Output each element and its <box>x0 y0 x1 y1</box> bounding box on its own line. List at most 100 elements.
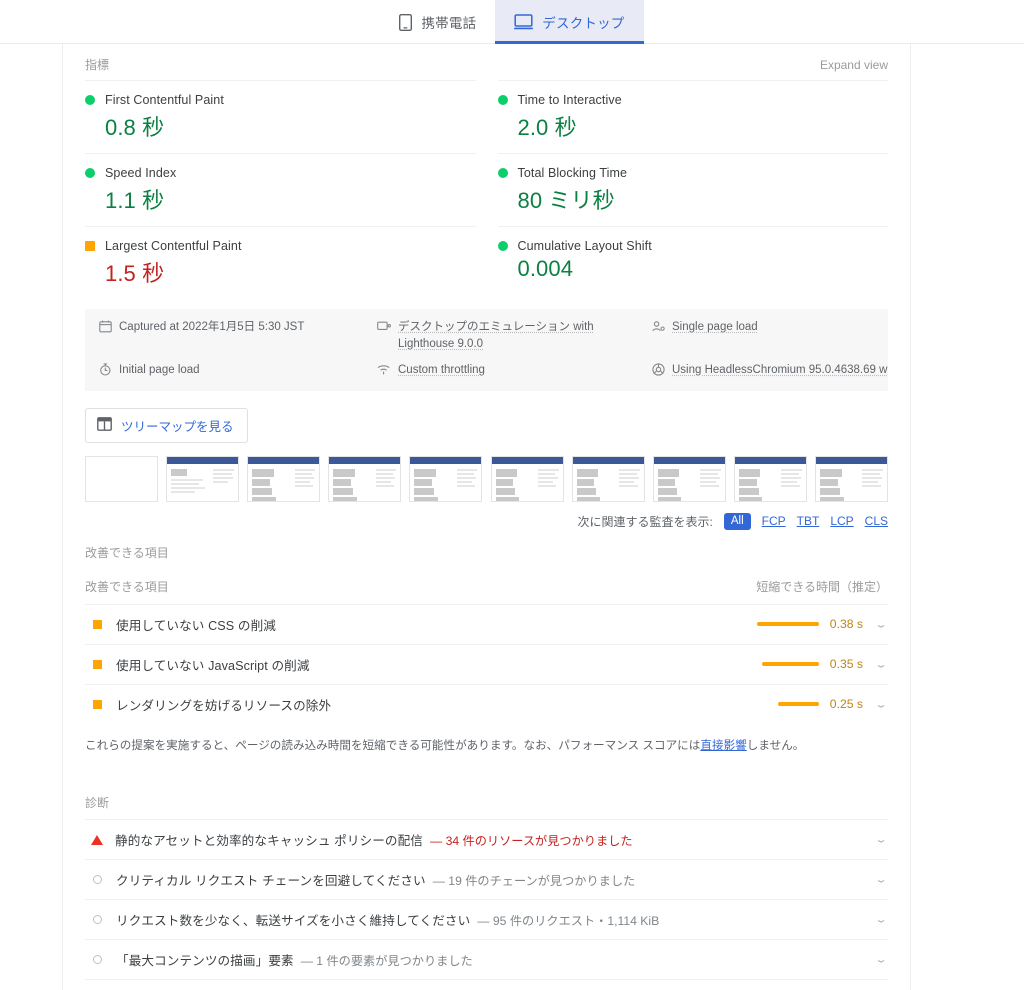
filmstrip-frame[interactable] <box>328 455 402 502</box>
note-link[interactable]: 直接影響 <box>700 739 746 752</box>
audit-filter-tbt[interactable]: TBT <box>797 514 820 528</box>
note-text-after: しません。 <box>746 738 805 752</box>
metric-rating-pass-icon <box>497 168 508 178</box>
opportunity-label: 使用していない JavaScript の削減 <box>116 658 310 673</box>
chevron-down-icon[interactable]: ⌄ <box>871 834 891 845</box>
metric-label: First Contentful Paint <box>105 93 224 107</box>
metric-label: Total Blocking Time <box>517 166 628 180</box>
opportunities-table-header: 改善できる項目 短縮できる時間（推定） <box>63 561 910 604</box>
environment-strip: Captured at 2022年1月5日 5:30 JST デスクトップのエミ… <box>85 309 888 391</box>
env-page-load-text: Single page load <box>672 321 758 333</box>
diagnostic-row[interactable]: クリティカル リクエスト チェーンを回避してください — 19 件のチェーンが見… <box>85 859 888 899</box>
view-treemap-button[interactable]: ツリーマップを見る <box>85 407 248 443</box>
stopwatch-icon <box>99 362 112 382</box>
opportunities-note: これらの提案を実施すると、ページの読み込み時間を短縮できる可能性があります。なお… <box>63 724 910 754</box>
metric-label: Time to Interactive <box>517 93 622 107</box>
diagnostic-row[interactable]: レイアウトが大きく変わらないようにする — 3 件の要素が見つかりました ⌄ <box>85 979 888 990</box>
metric-rating-pass-icon <box>85 168 95 178</box>
audit-filter-lcp[interactable]: LCP <box>830 514 853 528</box>
filmstrip-frame[interactable] <box>814 455 888 502</box>
metric-largest-contentful-paint[interactable]: Largest Contentful Paint 1.5 秒 <box>85 226 476 299</box>
metric-rating-pass-icon <box>85 95 95 105</box>
opportunity-row[interactable]: 使用していない CSS の削減 0.38 s ⌄ <box>85 603 891 644</box>
env-emulation-line1: デスクトップのエミュレーション with <box>398 321 594 333</box>
env-user-agent: Using HeadlessChromium 95.0.4638.69 with… <box>652 362 888 382</box>
metrics-grid: First Contentful Paint 0.8 秒 Time to Int… <box>63 80 910 299</box>
filmstrip <box>63 443 910 502</box>
diagnostic-row[interactable]: 静的なアセットと効率的なキャッシュ ポリシーの配信 — 34 件のリソースが見つ… <box>85 819 888 859</box>
filmstrip-frame[interactable] <box>85 455 158 502</box>
chevron-down-icon[interactable]: ⌄ <box>871 914 891 925</box>
diagnostic-row[interactable]: リクエスト数を少なく、転送サイズを小さく維持してください — 95 件のリクエス… <box>85 899 888 939</box>
chevron-down-icon[interactable]: ⌄ <box>871 699 891 710</box>
audit-filter-fcp[interactable]: FCP <box>762 514 786 528</box>
metric-value: 0.8 秒 <box>105 115 165 140</box>
tab-mobile-label: 携帯電話 <box>421 16 477 31</box>
thumb-body <box>576 468 640 501</box>
env-page-load-type: Single page load <box>652 319 888 354</box>
env-throttling: Custom throttling <box>377 362 652 382</box>
metric-rating-average-icon <box>85 241 95 251</box>
opportunity-row[interactable]: レンダリングを妨げるリソースの除外 0.25 s ⌄ <box>85 683 891 724</box>
tab-desktop[interactable]: デスクトップ <box>495 0 644 44</box>
treemap-icon <box>97 416 112 434</box>
audit-filter-cls[interactable]: CLS <box>865 514 888 528</box>
opportunities-col-title: 改善できる項目 <box>85 579 169 594</box>
filmstrip-frame[interactable] <box>571 455 645 502</box>
metrics-title: 指標 <box>85 58 110 72</box>
diagnostic-sub: — 34 件のリソースが見つかりました <box>430 833 633 848</box>
wifi-icon <box>377 363 391 382</box>
rating-average-icon <box>93 619 102 629</box>
diagnostic-sub: — 95 件のリクエスト・1,114 KiB <box>477 913 660 928</box>
chevron-down-icon[interactable]: ⌄ <box>871 619 891 630</box>
thumb-header <box>491 456 563 464</box>
opportunity-label: 使用していない CSS の削減 <box>116 618 276 633</box>
filmstrip-frame[interactable] <box>247 455 321 502</box>
metric-value: 80 ミリ秒 <box>517 188 615 213</box>
tab-mobile[interactable]: 携帯電話 <box>380 0 495 44</box>
chevron-down-icon[interactable]: ⌄ <box>871 659 891 670</box>
thumb-body <box>252 468 316 501</box>
rating-average-icon <box>93 659 102 669</box>
thumb-body <box>738 468 802 501</box>
metric-cumulative-layout-shift[interactable]: Cumulative Layout Shift 0.004 <box>497 226 888 299</box>
opportunities-col-estimate: 短縮できる時間（推定） <box>756 579 888 594</box>
chevron-down-icon[interactable]: ⌄ <box>871 874 891 885</box>
filmstrip-frame[interactable] <box>490 455 564 502</box>
metric-speed-index[interactable]: Speed Index 1.1 秒 <box>85 153 476 226</box>
diagnostics-list: 静的なアセットと効率的なキャッシュ ポリシーの配信 — 34 件のリソースが見つ… <box>63 819 910 990</box>
audit-filter-label: 次に関連する監査を表示: <box>577 514 713 529</box>
env-initial-load: Initial page load <box>99 362 377 382</box>
filmstrip-frame[interactable] <box>409 455 483 502</box>
phone-icon <box>399 13 413 31</box>
expand-view-button[interactable]: Expand view <box>820 58 888 72</box>
audit-filter-all[interactable]: All <box>723 512 751 530</box>
calendar-icon <box>99 320 112 339</box>
opportunity-row[interactable]: 使用していない JavaScript の削減 0.35 s ⌄ <box>85 643 891 684</box>
thumb-header <box>815 456 887 464</box>
treemap-row: ツリーマップを見る <box>63 391 910 443</box>
metric-total-blocking-time[interactable]: Total Blocking Time 80 ミリ秒 <box>497 153 888 226</box>
opportunities-list: 使用していない CSS の削減 0.38 s ⌄ 使用していない JavaScr… <box>63 603 910 724</box>
env-captured-at: Captured at 2022年1月5日 5:30 JST <box>99 319 377 354</box>
rating-informative-icon <box>93 955 102 965</box>
metric-label: Speed Index <box>105 166 177 180</box>
metric-label: Largest Contentful Paint <box>105 239 242 253</box>
metric-time-to-interactive[interactable]: Time to Interactive 2.0 秒 <box>497 80 888 153</box>
env-user-agent-text: Using HeadlessChromium 95.0.4638.69 with… <box>672 363 888 376</box>
thumb-header <box>410 456 482 464</box>
desktop-icon <box>514 14 534 30</box>
rating-informative-icon <box>93 915 102 925</box>
single-page-load-icon <box>652 320 665 339</box>
chevron-down-icon[interactable]: ⌄ <box>871 954 891 965</box>
filmstrip-frame[interactable] <box>652 455 726 502</box>
filmstrip-frame[interactable] <box>733 455 807 502</box>
diagnostics-group-title: 診断 <box>85 796 110 811</box>
metric-first-contentful-paint[interactable]: First Contentful Paint 0.8 秒 <box>85 80 476 153</box>
diagnostic-row[interactable]: 「最大コンテンツの描画」要素 — 1 件の要素が見つかりました ⌄ <box>85 939 888 979</box>
opportunity-label: レンダリングを妨げるリソースの除外 <box>116 698 332 713</box>
rating-informative-icon <box>93 875 102 885</box>
filmstrip-frame[interactable] <box>166 455 240 502</box>
treemap-button-label: ツリーマップを見る <box>121 419 234 434</box>
audit-filter: 次に関連する監査を表示: All FCP TBT LCP CLS <box>63 502 910 530</box>
